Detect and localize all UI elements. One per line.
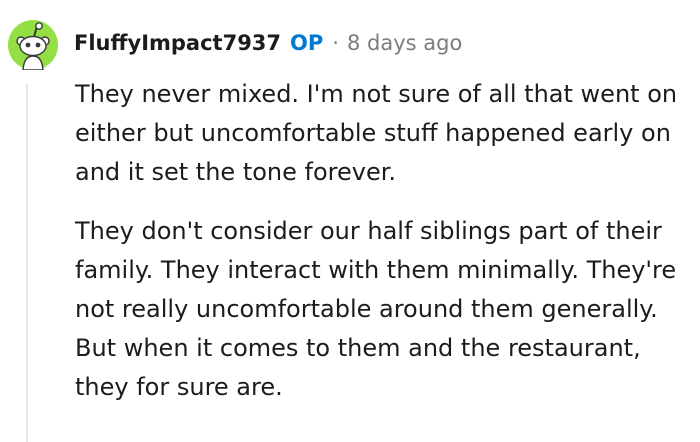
- comment-timestamp[interactable]: 8 days ago: [347, 31, 462, 55]
- comment: FluffyImpact7937 OP · 8 days ago They ne…: [0, 0, 700, 442]
- avatar[interactable]: [8, 20, 58, 71]
- reddit-snoo-icon: [8, 20, 58, 71]
- op-badge: OP: [290, 31, 324, 55]
- comment-body: They never mixed. I'm not sure of all th…: [75, 75, 695, 407]
- comment-paragraph: They never mixed. I'm not sure of all th…: [75, 80, 678, 186]
- author-username[interactable]: FluffyImpact7937: [74, 31, 281, 55]
- comment-header: FluffyImpact7937 OP · 8 days ago: [74, 28, 462, 58]
- thread-line[interactable]: [26, 84, 28, 442]
- meta-separator: ·: [332, 31, 339, 55]
- comment-paragraph: They don't consider our half siblings pa…: [75, 217, 677, 401]
